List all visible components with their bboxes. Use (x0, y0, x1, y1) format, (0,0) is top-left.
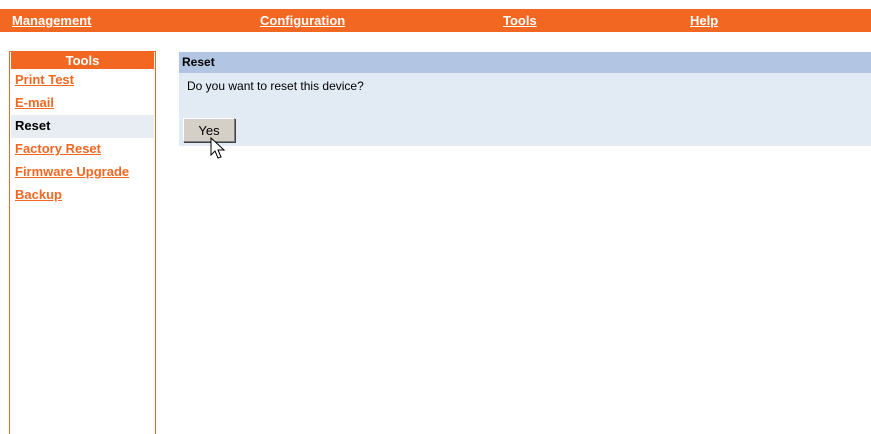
sidebar-title: Tools (11, 52, 154, 69)
sidebar-item-backup[interactable]: Backup (11, 184, 154, 207)
panel-title: Reset (179, 52, 871, 73)
nav-help[interactable]: Help (690, 13, 718, 28)
sidebar-item-print-test[interactable]: Print Test (11, 69, 154, 92)
reset-panel: Reset Do you want to reset this device? … (179, 52, 871, 146)
nav-configuration[interactable]: Configuration (260, 13, 345, 28)
top-navigation-bar: Management Configuration Tools Help (0, 9, 871, 32)
reset-question: Do you want to reset this device? (187, 79, 364, 93)
sidebar-item-factory-reset[interactable]: Factory Reset (11, 138, 154, 161)
nav-management[interactable]: Management (12, 13, 91, 28)
nav-tools[interactable]: Tools (503, 13, 537, 28)
sidebar-item-e-mail[interactable]: E-mail (11, 92, 154, 115)
sidebar-item-reset[interactable]: Reset (11, 115, 154, 138)
sidebar: Tools Print Test E-mail Reset Factory Re… (9, 51, 156, 434)
mouse-pointer-icon (210, 137, 226, 159)
sidebar-item-firmware-upgrade[interactable]: Firmware Upgrade (11, 161, 154, 184)
